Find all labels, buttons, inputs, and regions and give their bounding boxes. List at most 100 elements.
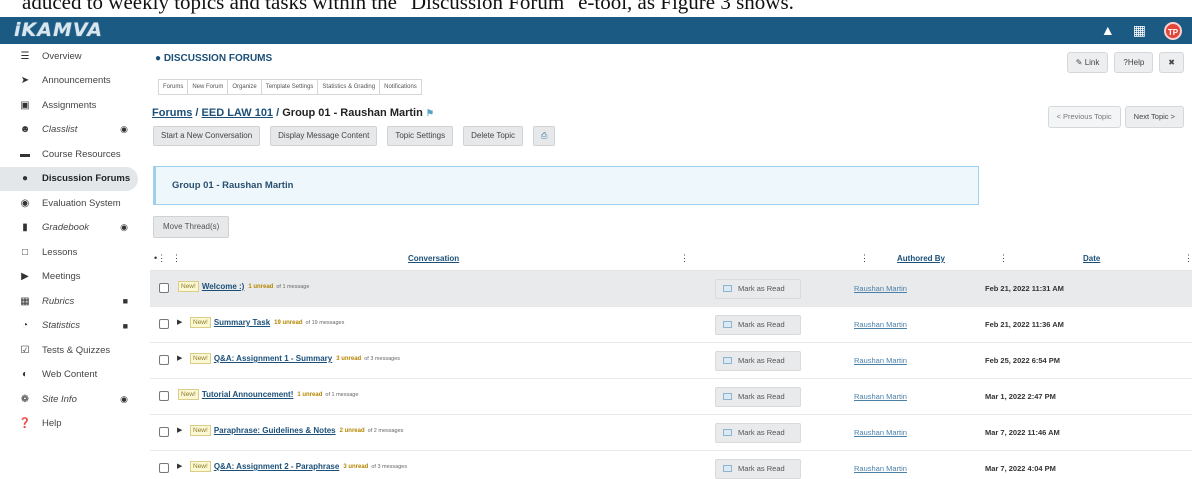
expand-thread-icon[interactable]: ▶ <box>177 426 182 434</box>
mark-as-read-button[interactable]: Mark as Read <box>715 459 801 479</box>
table-row[interactable]: ▶ New! Q&A: Assignment 1 - Summary 3 unr… <box>150 343 1192 379</box>
subscribe-icon[interactable]: ⚑ <box>426 108 434 118</box>
sidebar-item-help[interactable]: ❓ Help <box>0 412 142 437</box>
sidebar-item-meetings[interactable]: ▶ Meetings <box>0 265 142 290</box>
table-row[interactable]: ▶ New! Paraphrase: Guidelines & Notes 2 … <box>150 415 1192 451</box>
sidebar-item-assignments[interactable]: ▣ Assignments <box>0 93 142 118</box>
tab-notifications[interactable]: Notifications <box>380 80 421 94</box>
author-link[interactable]: Raushan Martin <box>854 284 907 293</box>
link-button[interactable]: ✎ Link <box>1066 52 1109 73</box>
table-row[interactable]: New! Tutorial Announcement! 1 unread of … <box>150 379 1192 415</box>
row-checkbox[interactable] <box>159 283 169 293</box>
unread-count: 3 unread <box>343 463 369 470</box>
tab-template-settings[interactable]: Template Settings <box>261 80 319 94</box>
column-resize-handle[interactable]: ⋮ <box>1184 253 1192 264</box>
expand-thread-icon[interactable]: ▶ <box>177 354 182 362</box>
unread-count: 19 unread <box>274 319 303 326</box>
sidebar-item-tests-quizzes[interactable]: ☑ Tests & Quizzes <box>0 338 142 363</box>
column-resize-handle[interactable]: ⋮ <box>680 253 689 264</box>
main-content: ● DISCUSSION FORUMS ✎ Link ?Help ✖ Forum… <box>142 44 1192 479</box>
lock-icon: ■ <box>122 320 128 331</box>
sidebar-item-statistics[interactable]: ◔ Statistics ■ <box>0 314 142 339</box>
sidebar-item-evaluation-system[interactable]: ◉ Evaluation System <box>0 191 142 216</box>
table-icon: ▦ <box>20 295 30 307</box>
sidebar-item-site-info[interactable]: ❁ Site Info ◉ <box>0 387 142 412</box>
sidebar-item-course-resources[interactable]: ▬ Course Resources <box>0 142 142 167</box>
display-message-content-button[interactable]: Display Message Content <box>270 126 378 146</box>
author-link[interactable]: Raushan Martin <box>854 356 907 365</box>
column-resize-handle[interactable]: ⋮ <box>172 253 181 264</box>
mark-as-read-button[interactable]: Mark as Read <box>715 387 801 407</box>
column-authored-by[interactable]: Authored By <box>897 254 945 263</box>
previous-topic-button[interactable]: < Previous Topic <box>1047 106 1121 128</box>
unread-count: 1 unread <box>248 283 274 290</box>
sidebar-item-overview[interactable]: ☰ Overview <box>0 44 142 69</box>
author-link[interactable]: Raushan Martin <box>854 428 907 437</box>
help-button[interactable]: ?Help <box>1114 52 1154 73</box>
breadcrumb-course[interactable]: EED LAW 101 <box>202 107 274 119</box>
row-checkbox[interactable] <box>159 355 169 365</box>
delete-topic-button[interactable]: Delete Topic <box>463 126 524 146</box>
envelope-icon <box>723 429 732 436</box>
expand-thread-icon[interactable]: ▶ <box>177 462 182 470</box>
row-checkbox[interactable] <box>159 319 169 329</box>
conversation-title-link[interactable]: Q&A: Assignment 2 - Paraphrase <box>214 462 340 471</box>
row-checkbox[interactable] <box>159 391 169 401</box>
conversation-title-link[interactable]: Q&A: Assignment 1 - Summary <box>214 354 332 363</box>
post-date: Feb 21, 2022 11:31 AM <box>985 284 1064 293</box>
mark-as-read-button[interactable]: Mark as Read <box>715 315 801 335</box>
chart-icon: ◔ <box>21 320 29 332</box>
message-count: of 19 messages <box>305 319 345 326</box>
author-link[interactable]: Raushan Martin <box>854 464 907 473</box>
lock-icon: ■ <box>122 296 128 307</box>
author-link[interactable]: Raushan Martin <box>854 320 907 329</box>
sidebar-item-announcements[interactable]: ➤ Announcements <box>0 69 142 94</box>
sidebar-item-lessons[interactable]: □ Lessons <box>0 240 142 265</box>
conversation-title-link[interactable]: Paraphrase: Guidelines & Notes <box>214 426 336 435</box>
expand-thread-icon[interactable]: ▶ <box>177 318 182 326</box>
tab-organize[interactable]: Organize <box>228 80 262 94</box>
tab-statistics-grading[interactable]: Statistics & Grading <box>318 80 381 94</box>
row-checkbox[interactable] <box>159 427 169 437</box>
table-row[interactable]: ▶ New! Q&A: Assignment 2 - Paraphrase 3 … <box>150 451 1192 479</box>
conversation-title-link[interactable]: Tutorial Announcement! <box>202 390 294 399</box>
site-logo[interactable]: iKAMVA <box>14 17 103 44</box>
tab-forums[interactable]: Forums <box>159 80 189 94</box>
start-conversation-button[interactable]: Start a New Conversation <box>153 126 261 146</box>
sidebar-item-classlist[interactable]: ☻ Classlist ◉ <box>0 118 142 143</box>
conversation-title-link[interactable]: Welcome :) <box>202 282 245 291</box>
sidebar-item-gradebook[interactable]: ▮ Gradebook ◉ <box>0 216 142 241</box>
message-count: of 1 message <box>325 391 359 398</box>
expand-button[interactable]: ✖ <box>1159 52 1184 73</box>
mark-as-read-button[interactable]: Mark as Read <box>715 279 801 299</box>
select-all-toggle[interactable]: •⋮ <box>154 253 166 264</box>
print-icon: ⎙ <box>541 131 548 140</box>
sidebar-item-rubrics[interactable]: ▦ Rubrics ■ <box>0 289 142 314</box>
assignment-icon: ▣ <box>20 99 30 111</box>
row-checkbox[interactable] <box>159 463 169 473</box>
print-button[interactable]: ⎙ <box>533 126 556 146</box>
move-threads-button[interactable]: Move Thread(s) <box>153 216 230 238</box>
post-date: Feb 25, 2022 6:54 PM <box>985 356 1061 365</box>
column-resize-handle[interactable]: ⋮ <box>860 253 869 264</box>
breadcrumb-forums[interactable]: Forums <box>152 107 192 119</box>
post-date: Feb 21, 2022 11:36 AM <box>985 320 1064 329</box>
mark-as-read-button[interactable]: Mark as Read <box>715 423 801 443</box>
bell-icon[interactable]: ▲ <box>1101 20 1115 41</box>
table-row[interactable]: ▶ New! Summary Task 19 unread of 19 mess… <box>150 307 1192 343</box>
topic-settings-button[interactable]: Topic Settings <box>387 126 454 146</box>
conversation-title-link[interactable]: Summary Task <box>214 318 270 327</box>
mark-as-read-button[interactable]: Mark as Read <box>715 351 801 371</box>
author-link[interactable]: Raushan Martin <box>854 392 907 401</box>
tool-tabs: Forums New Forum Organize Template Setti… <box>158 79 422 95</box>
sidebar-item-discussion-forums[interactable]: ● Discussion Forums <box>0 166 138 191</box>
tab-new-forum[interactable]: New Forum <box>188 80 229 94</box>
column-resize-handle[interactable]: ⋮ <box>999 253 1008 264</box>
avatar[interactable]: TP <box>1164 21 1182 40</box>
table-row[interactable]: New! Welcome :) 1 unread of 1 message Ma… <box>150 271 1192 307</box>
column-conversation[interactable]: Conversation <box>408 254 459 263</box>
apps-grid-icon[interactable]: ▦ <box>1133 20 1146 41</box>
sidebar-item-web-content[interactable]: ◐ Web Content <box>0 363 142 388</box>
next-topic-button[interactable]: Next Topic > <box>1124 106 1184 128</box>
column-date[interactable]: Date <box>1083 254 1100 263</box>
